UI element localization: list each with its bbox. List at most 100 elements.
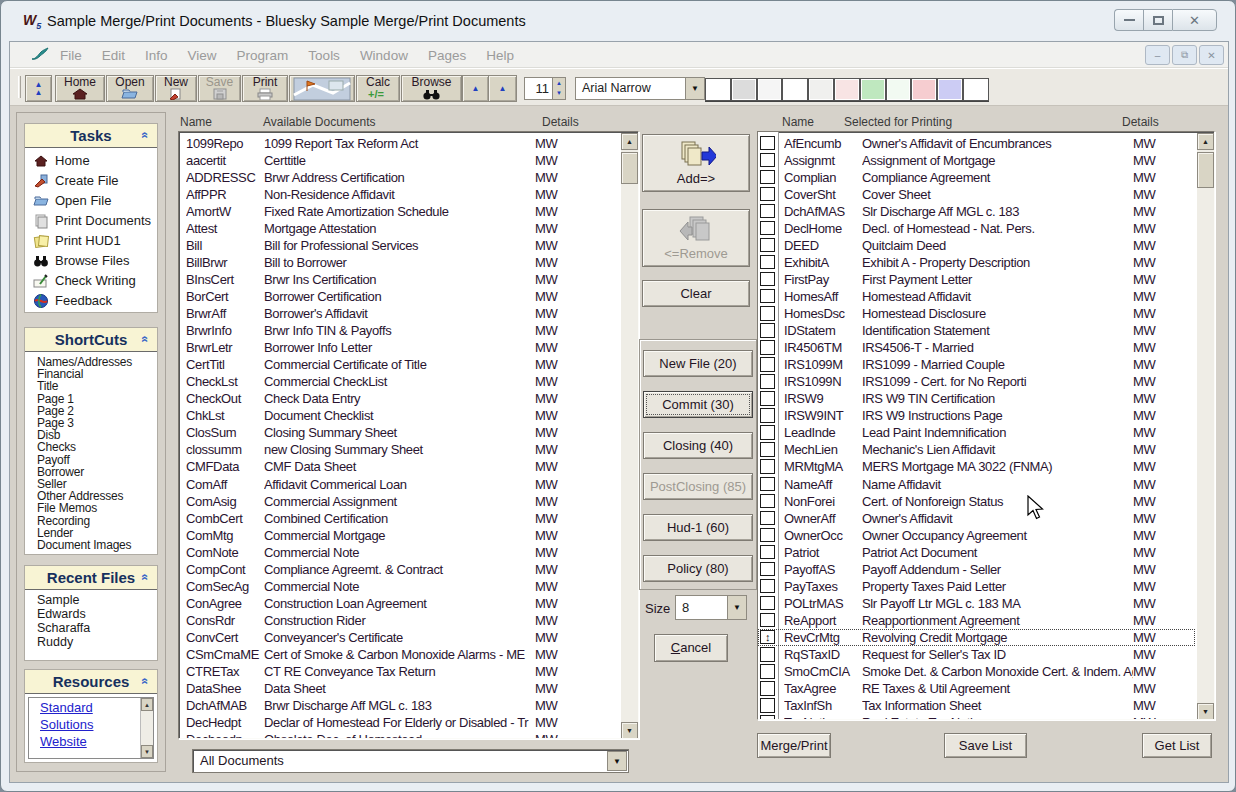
recent-file-ruddy[interactable]: Ruddy: [25, 635, 157, 649]
color-swatch-4[interactable]: [782, 78, 808, 101]
task-open-file[interactable]: Open File: [25, 191, 157, 211]
row-checkbox[interactable]: [760, 562, 775, 577]
size-combo-arrow-icon[interactable]: ▼: [727, 596, 746, 619]
mdi-minimize-button[interactable]: –: [1145, 45, 1170, 65]
row-checkbox[interactable]: [760, 272, 775, 287]
document-filter-combo[interactable]: All Documents ▼: [192, 749, 629, 773]
shortcut-file-memos[interactable]: File Memos: [25, 502, 157, 514]
row-checkbox[interactable]: [760, 715, 775, 720]
shortcut-document-images[interactable]: Document Images: [25, 539, 157, 551]
task-check-writing[interactable]: Check Writing: [25, 271, 157, 291]
row-checkbox[interactable]: [760, 442, 775, 457]
cancel-button[interactable]: Cancel: [654, 634, 728, 662]
get-list-button[interactable]: Get List: [1142, 733, 1212, 758]
calc-toolbar-button[interactable]: Calc+/=: [356, 75, 400, 102]
color-swatch-7[interactable]: [860, 78, 886, 101]
color-swatch-10[interactable]: [937, 78, 963, 101]
list-item[interactable]: IRS1099MIRS1099 - Married CoupleMW: [758, 356, 1195, 373]
titlebar[interactable]: W5 Sample Merge/Print Documents - Bluesk…: [1, 1, 1235, 41]
recent-file-scharaffa[interactable]: Scharaffa: [25, 621, 157, 635]
list-item[interactable]: ADDRESSCBrwr Address CertificationMW: [179, 169, 619, 186]
row-checkbox[interactable]: [760, 204, 775, 219]
color-swatch-9[interactable]: [911, 78, 937, 101]
font-size-arrows-icon[interactable]: ▲▼: [552, 78, 565, 99]
recent-files-header[interactable]: Recent Files«: [25, 566, 157, 590]
home-toolbar-button[interactable]: Home: [55, 75, 105, 102]
browse-toolbar-button[interactable]: Browse: [401, 75, 462, 102]
list-item[interactable]: ConvCertConveyancer's CertificateMW: [179, 629, 619, 646]
row-checkbox[interactable]: [760, 221, 775, 236]
list-item[interactable]: NameAffName AffidavitMW: [758, 476, 1195, 493]
font-name-combo[interactable]: Arial Narrow ▼: [575, 77, 705, 100]
list-item[interactable]: DchAfMASSlr Discharge Aff MGL c. 183MW: [758, 203, 1195, 220]
color-swatch-5[interactable]: [808, 78, 834, 101]
list-item[interactable]: IRSW9INTIRS W9 Instructions PageMW: [758, 407, 1195, 424]
recent-file-sample[interactable]: Sample: [25, 593, 157, 607]
row-checkbox[interactable]: [760, 459, 775, 474]
new-button[interactable]: New File (20): [643, 350, 753, 377]
list-item[interactable]: ComAffAffidavit Commerical LoanMW: [179, 476, 619, 493]
list-item[interactable]: aacertitCerttitleMW: [179, 152, 619, 169]
collapse-chevron-icon[interactable]: «: [140, 132, 152, 139]
mdi-close-button[interactable]: ✕: [1199, 45, 1224, 65]
available-documents-list[interactable]: 1099Repo1099 Report Tax Reform ActMWaace…: [178, 131, 639, 739]
menu-help[interactable]: Help: [476, 48, 524, 63]
list-item[interactable]: LeadIndeLead Paint IndemnificationMW: [758, 424, 1195, 441]
row-checkbox[interactable]: [760, 579, 775, 594]
row-checkbox[interactable]: [760, 238, 775, 253]
list-item[interactable]: ChkLstDocument ChecklistMW: [179, 407, 619, 424]
list-item[interactable]: ComMtgCommercial MortgageMW: [179, 527, 619, 544]
list-item[interactable]: ComSecAgCommercial NoteMW: [179, 578, 619, 595]
list-item[interactable]: CompContCompliance Agreemt. & ContractMW: [179, 561, 619, 578]
row-checkbox[interactable]: [760, 289, 775, 304]
list-item[interactable]: BrwrInfoBrwr Info TIN & PayoffsMW: [179, 322, 619, 339]
color-swatch-8[interactable]: [886, 78, 912, 101]
open-toolbar-button[interactable]: Open: [106, 75, 154, 102]
list-item[interactable]: IDStatemIdentification StatementMW: [758, 322, 1195, 339]
shortcut-title[interactable]: Title: [25, 380, 157, 392]
scroll-up-icon[interactable]: ▲: [1197, 133, 1214, 150]
font-combo-arrow-icon[interactable]: ▼: [685, 78, 704, 99]
list-item[interactable]: MechLienMechanic's Lien AffidavitMW: [758, 441, 1195, 458]
list-item[interactable]: MRMtgMAMERS Mortgage MA 3022 (FNMA)MW: [758, 458, 1195, 475]
maximize-button[interactable]: [1143, 9, 1172, 31]
list-item[interactable]: PayTaxesProperty Taxes Paid LetterMW: [758, 578, 1195, 595]
color-swatch-3[interactable]: [757, 78, 783, 101]
row-checkbox[interactable]: [760, 408, 775, 423]
row-checkbox[interactable]: [760, 511, 775, 526]
list-item[interactable]: CertTitlCommercial Certificate of TitleM…: [179, 356, 619, 373]
list-item[interactable]: ComAsigCommercial AssignmentMW: [179, 493, 619, 510]
menu-view[interactable]: View: [178, 48, 227, 63]
row-checkbox[interactable]: [760, 698, 775, 713]
list-item[interactable]: SmoCmCIASmoke Det. & Carbon Monoxide Cer…: [758, 663, 1195, 680]
row-checkbox[interactable]: [760, 357, 775, 372]
collapse-chevron-icon[interactable]: «: [140, 678, 152, 685]
list-item[interactable]: DecHedptDeclar of Homestead For Elderly …: [179, 714, 619, 731]
list-item[interactable]: DEEDQuitclaim DeedMW: [758, 237, 1195, 254]
row-checkbox[interactable]: [760, 477, 775, 492]
row-checkbox[interactable]: [760, 613, 775, 628]
list-item[interactable]: ClosSumClosing Summary SheetMW: [179, 424, 619, 441]
list-item[interactable]: CSmCmaMECert of Smoke & Carbon Monoxide …: [179, 646, 619, 663]
row-checkbox[interactable]: [760, 323, 775, 338]
selected-documents-list[interactable]: AfEncumbOwner's Affidavit of Encumbrance…: [757, 131, 1215, 720]
shortcuts-header[interactable]: ShortCuts«: [25, 328, 157, 352]
list-item[interactable]: 1099Repo1099 Report Tax Reform ActMW: [179, 135, 619, 152]
row-checkbox[interactable]: [760, 425, 775, 440]
filter-combo-arrow-icon[interactable]: ▼: [607, 751, 627, 771]
shortcut-page-1[interactable]: Page 1: [25, 393, 157, 405]
row-checkbox[interactable]: [760, 494, 775, 509]
close-button[interactable]: ✕: [1172, 9, 1217, 31]
mdi-restore-button[interactable]: ⧉: [1172, 45, 1197, 65]
task-create-file[interactable]: Create File: [25, 171, 157, 191]
list-item[interactable]: ReApportReapportionment AgreementMW: [758, 612, 1195, 629]
collapse-chevron-icon[interactable]: «: [140, 574, 152, 581]
print-toolbar-button[interactable]: Print: [242, 75, 288, 102]
list-item[interactable]: ConAgreeConstruction Loan AgreementMW: [179, 595, 619, 612]
list-item[interactable]: AfEncumbOwner's Affidavit of Encumbrance…: [758, 135, 1195, 152]
list-item[interactable]: AffPPRNon-Residence AffidavitMW: [179, 186, 619, 203]
row-checkbox[interactable]: [760, 136, 775, 151]
list-item[interactable]: AssignmtAssignment of MortgageMW: [758, 152, 1195, 169]
list-item[interactable]: NonForeiCert. of Nonforeign StatusMW: [758, 493, 1195, 510]
list-item[interactable]: ↕RevCrMtgRevolving Credit MortgageMW: [758, 629, 1195, 646]
